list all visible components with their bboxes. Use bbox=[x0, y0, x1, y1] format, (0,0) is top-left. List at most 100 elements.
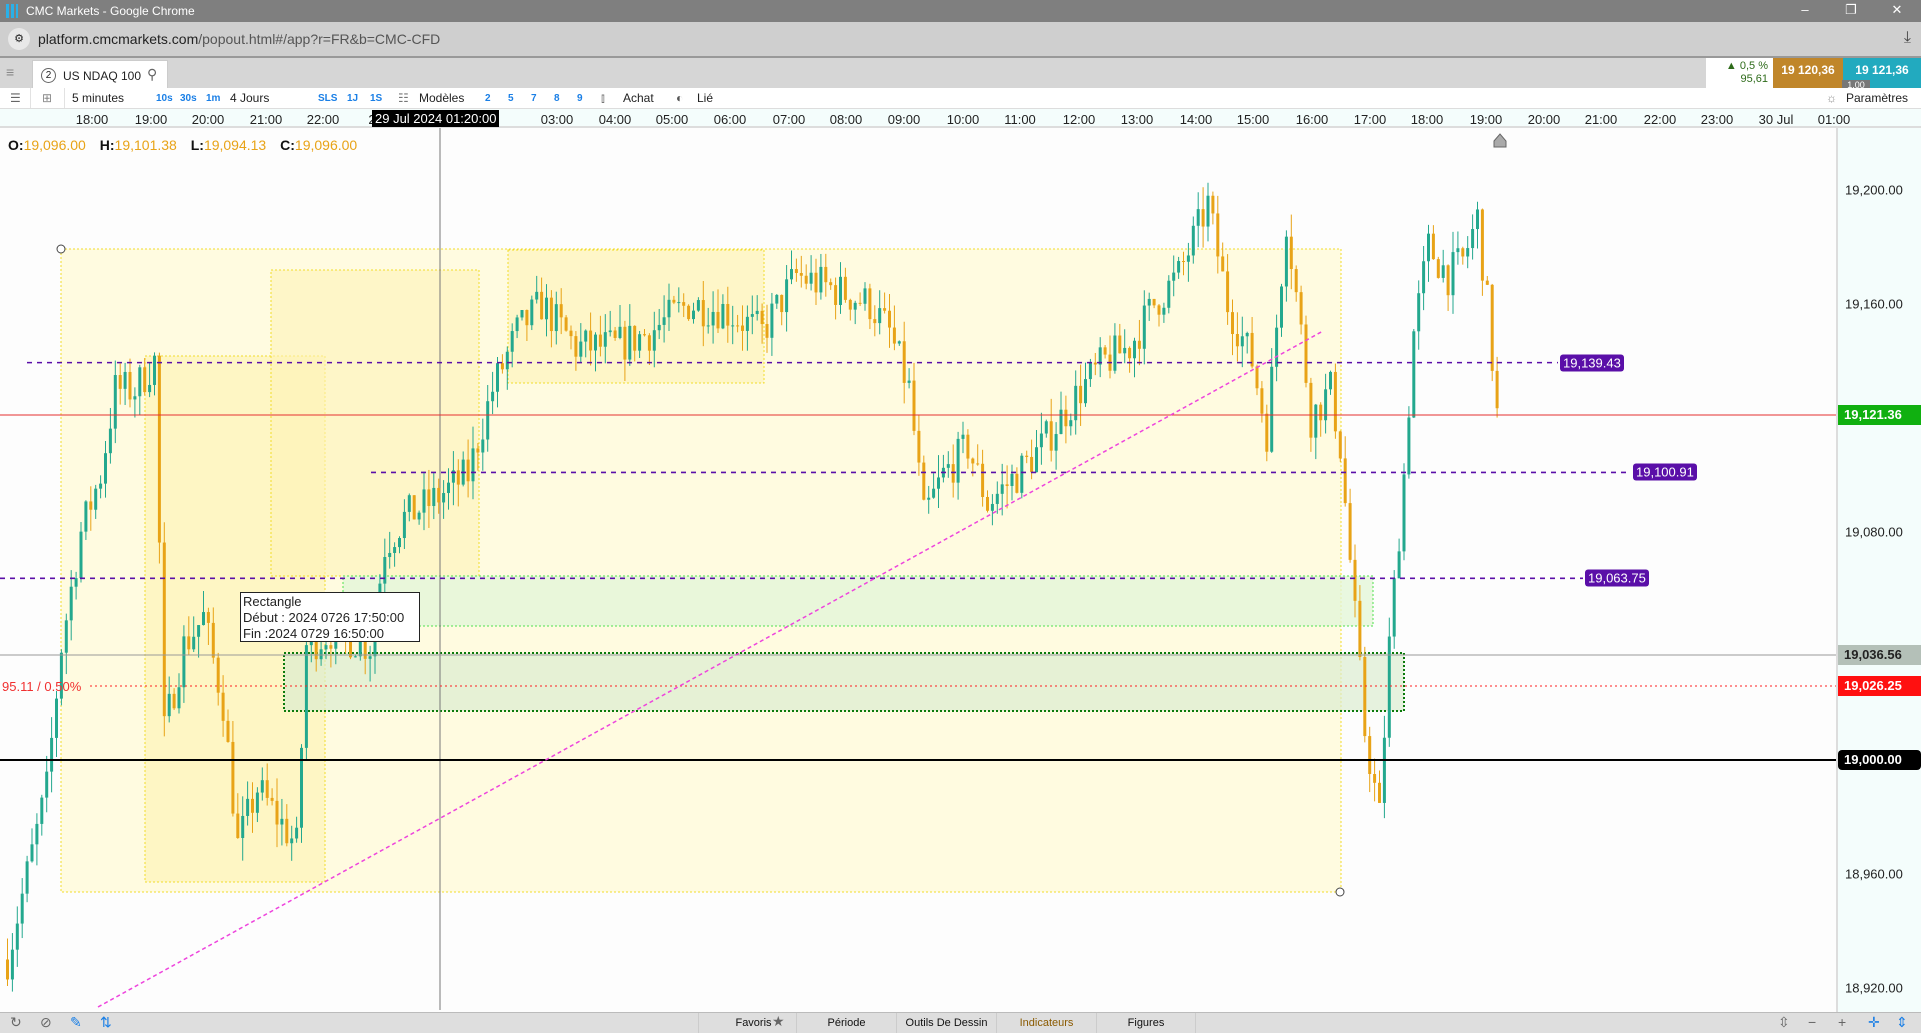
tooltip-start: Début : 2024 0726 17:50:00 bbox=[243, 610, 405, 625]
candle-body bbox=[760, 310, 764, 325]
candle-body bbox=[1476, 209, 1479, 230]
clear-icon[interactable]: ⊘ bbox=[40, 1014, 52, 1031]
candle-body bbox=[672, 299, 676, 303]
candle-body bbox=[745, 316, 749, 331]
candle-body bbox=[1201, 209, 1205, 227]
candle-body bbox=[197, 625, 201, 637]
candle-body bbox=[500, 363, 504, 370]
candle-body bbox=[1039, 433, 1043, 448]
close-button[interactable]: ✕ bbox=[1882, 2, 1912, 20]
candle-body bbox=[153, 355, 156, 385]
sort-icon[interactable]: ⇅ bbox=[100, 1014, 112, 1031]
candle-body bbox=[643, 334, 646, 336]
candle-body bbox=[554, 304, 558, 332]
candle-body bbox=[1064, 409, 1068, 427]
candle-body bbox=[1142, 305, 1146, 349]
refresh-icon[interactable]: ↻ bbox=[10, 1014, 22, 1031]
candle-body bbox=[74, 578, 78, 587]
round-level-badge: 19,000.00 bbox=[1838, 750, 1921, 770]
figures-tab[interactable]: Figures bbox=[1096, 1013, 1196, 1033]
price-tick-label: 19,080.00 bbox=[1845, 524, 1903, 540]
candle-body bbox=[162, 542, 166, 717]
candle-body bbox=[1079, 385, 1083, 404]
candle-body bbox=[113, 375, 117, 429]
candle-body bbox=[30, 844, 34, 862]
settings-button[interactable]: Paramètres bbox=[1846, 91, 1908, 105]
candle-body bbox=[863, 288, 867, 304]
candle-body bbox=[755, 310, 759, 315]
candle-body bbox=[1206, 195, 1210, 227]
candle-body bbox=[888, 310, 891, 328]
period-tab[interactable]: Période bbox=[796, 1013, 896, 1033]
crosshair-icon[interactable]: ✛ bbox=[1868, 1014, 1880, 1031]
candle-body bbox=[1133, 340, 1136, 359]
candle-body bbox=[128, 371, 132, 400]
candle-body bbox=[525, 310, 529, 326]
candle-body bbox=[834, 285, 838, 305]
candle-body bbox=[1088, 362, 1092, 380]
candle-body bbox=[804, 275, 808, 284]
candle-body bbox=[1270, 366, 1274, 452]
candle-body bbox=[55, 698, 58, 738]
candle-body bbox=[1025, 455, 1029, 457]
drawing-tools-tab[interactable]: Outils De Dessin bbox=[896, 1013, 996, 1033]
candle-body bbox=[633, 325, 637, 351]
candle-body bbox=[549, 297, 553, 332]
candle-body bbox=[1451, 252, 1455, 296]
candle-body bbox=[1329, 371, 1332, 390]
candle-body bbox=[1343, 458, 1347, 504]
high-value: 19,101.38 bbox=[114, 137, 177, 153]
candle-body bbox=[1093, 362, 1097, 365]
scale-icon[interactable]: ⇕ bbox=[1896, 1014, 1908, 1031]
time-marker-icon bbox=[1493, 133, 1507, 148]
candle-body bbox=[412, 495, 416, 520]
red-line-badge: 19,026.25 bbox=[1838, 676, 1921, 696]
candle-body bbox=[1480, 209, 1484, 281]
candle-body bbox=[432, 487, 436, 507]
download-icon[interactable]: ⤓ bbox=[1904, 29, 1911, 47]
candle-body bbox=[594, 334, 597, 351]
candle-body bbox=[829, 282, 833, 286]
fit-icon[interactable]: ⇳ bbox=[1778, 1014, 1790, 1031]
close-value: 19,096.00 bbox=[294, 137, 358, 153]
candle-body bbox=[148, 384, 152, 393]
candle-body bbox=[1397, 551, 1401, 579]
candle-body bbox=[417, 512, 421, 520]
candle-body bbox=[1275, 327, 1279, 367]
candle-body bbox=[1338, 431, 1342, 459]
candle-body bbox=[652, 330, 656, 351]
candle-body bbox=[1485, 280, 1489, 285]
candle-body bbox=[1000, 484, 1004, 494]
favorites-tab[interactable]: Favoris bbox=[698, 1013, 808, 1033]
price-tick-label: 19,200.00 bbox=[1845, 182, 1903, 198]
candle-body bbox=[1382, 737, 1386, 803]
candle-body bbox=[794, 269, 798, 274]
candle-body bbox=[883, 308, 887, 311]
candle-body bbox=[427, 489, 431, 507]
restore-button[interactable]: ❐ bbox=[1836, 2, 1866, 20]
candle-body bbox=[1407, 417, 1411, 475]
candle-body bbox=[1348, 503, 1352, 560]
candle-body bbox=[750, 314, 754, 317]
candle-body bbox=[721, 304, 725, 329]
candle-body bbox=[716, 311, 720, 329]
candle-body bbox=[1378, 782, 1381, 803]
star-icon[interactable]: ★ bbox=[772, 1013, 785, 1030]
pencil-icon[interactable]: ✎ bbox=[70, 1014, 82, 1031]
zoom-out-icon[interactable]: − bbox=[1808, 1014, 1816, 1030]
candle-body bbox=[216, 657, 220, 693]
candle-body bbox=[868, 288, 872, 320]
candle-body bbox=[927, 497, 931, 500]
candle-body bbox=[618, 326, 622, 338]
zoom-in-icon[interactable]: + bbox=[1838, 1014, 1846, 1030]
candle-body bbox=[692, 310, 695, 320]
candle-body bbox=[402, 511, 406, 539]
candle-body bbox=[84, 501, 88, 532]
indicators-tab[interactable]: Indicateurs bbox=[996, 1013, 1096, 1033]
candle-body bbox=[628, 325, 632, 360]
ohlc-readout: O:19,096.00 H:19,101.38 L:19,094.13 C:19… bbox=[8, 137, 367, 153]
candle-body bbox=[1392, 578, 1396, 637]
candle-body bbox=[1030, 456, 1034, 473]
candle-body bbox=[1118, 335, 1122, 354]
candle-body bbox=[902, 341, 906, 383]
